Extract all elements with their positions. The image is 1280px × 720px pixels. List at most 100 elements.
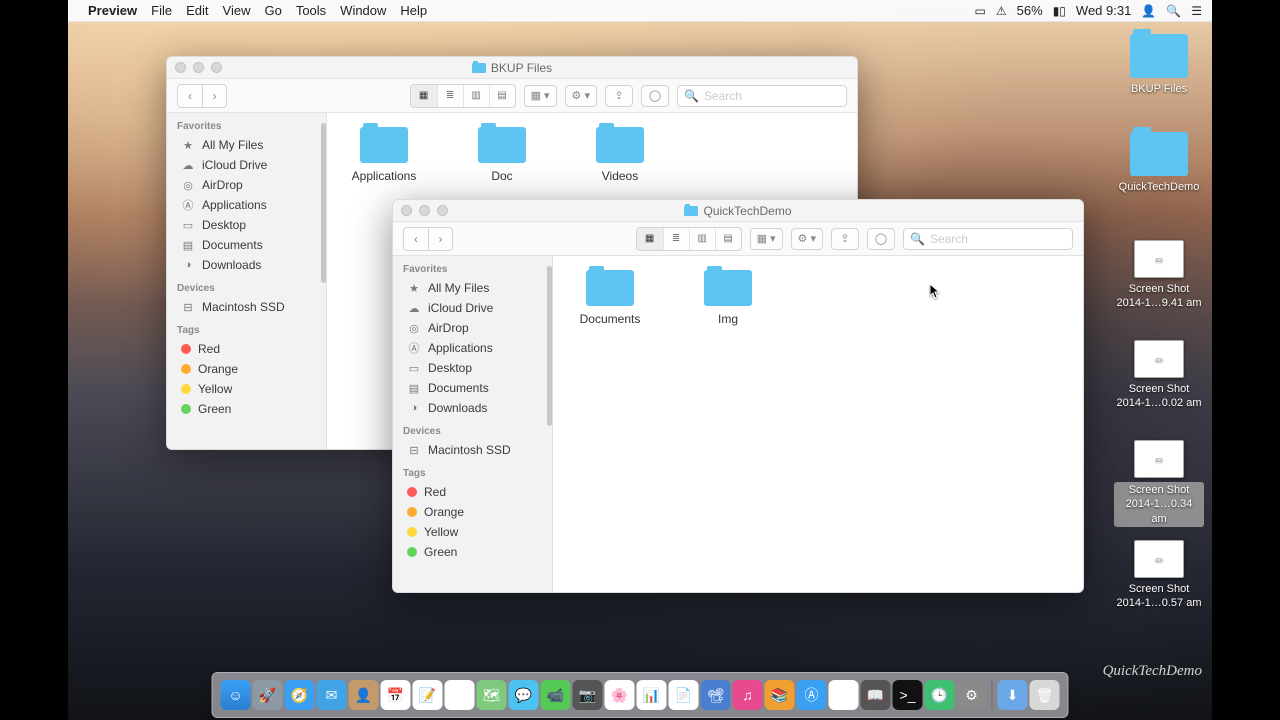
back-button[interactable]: ‹ (404, 228, 428, 250)
dock-app-maps[interactable]: 🗺 (477, 680, 507, 710)
arrange-button[interactable]: ▦ ▾ (750, 228, 783, 250)
menu-tools[interactable]: Tools (296, 3, 326, 18)
dock-app-photos[interactable]: 🌸 (605, 680, 635, 710)
icon-view-button[interactable]: ▦ (411, 85, 437, 107)
dock-app-keynote[interactable]: 📽 (701, 680, 731, 710)
back-button[interactable]: ‹ (178, 85, 202, 107)
desktop-folder-quicktechdemo[interactable]: QuickTechDemo (1114, 132, 1204, 194)
tags-button[interactable]: ◯ (641, 85, 669, 107)
tags-button[interactable]: ◯ (867, 228, 895, 250)
search-field[interactable]: 🔍 Search (677, 85, 847, 107)
sidebar-tag[interactable]: Orange (167, 359, 326, 379)
dock-app-contacts[interactable]: 👤 (349, 680, 379, 710)
share-button[interactable]: ⇪ (605, 85, 633, 107)
folder-content[interactable]: Documents Img (553, 256, 1083, 592)
user-icon[interactable]: 👤 (1141, 4, 1156, 18)
battery-percent[interactable]: 56% (1017, 3, 1043, 18)
battery-icon[interactable]: ▮▯ (1053, 4, 1066, 18)
menu-edit[interactable]: Edit (186, 3, 208, 18)
sidebar-item[interactable]: ☁iCloud Drive (167, 155, 326, 175)
folder-item[interactable]: Documents (563, 270, 657, 326)
menu-window[interactable]: Window (340, 3, 386, 18)
dock-app-calendar[interactable]: 📅 (381, 680, 411, 710)
dock-app-preview[interactable]: 👁 (829, 680, 859, 710)
dock-app-numbers[interactable]: 📊 (637, 680, 667, 710)
finder-window-quicktechdemo[interactable]: QuickTechDemo ‹ › ▦ ≣ ▥ ▤ ▦ ▾ ⚙ ▾ ⇪ ◯ 🔍 … (392, 199, 1084, 593)
sidebar-item[interactable]: ▭Desktop (393, 358, 552, 378)
search-field[interactable]: 🔍 Search (903, 228, 1073, 250)
dock-app-reminders[interactable]: ☑ (445, 680, 475, 710)
sidebar-item[interactable]: ★All My Files (393, 278, 552, 298)
dock-app-pages[interactable]: 📄 (669, 680, 699, 710)
sidebar-item[interactable]: ★All My Files (167, 135, 326, 155)
dock-app-launchpad[interactable]: 🚀 (253, 680, 283, 710)
forward-button[interactable]: › (202, 85, 226, 107)
share-button[interactable]: ⇪ (831, 228, 859, 250)
dock-app-terminal[interactable]: >_ (893, 680, 923, 710)
folder-item[interactable]: Doc (455, 127, 549, 183)
sidebar-tag[interactable]: Green (393, 542, 552, 562)
sidebar-item[interactable]: ▤Documents (393, 378, 552, 398)
dock-app-itunes[interactable]: ♫ (733, 680, 763, 710)
desktop-file[interactable]: ▭ Screen Shot 2014-1…0.57 am (1114, 540, 1204, 611)
column-view-button[interactable]: ▥ (463, 85, 489, 107)
sidebar-item[interactable]: ☁iCloud Drive (393, 298, 552, 318)
clock[interactable]: Wed 9:31 (1076, 3, 1131, 18)
sidebar-tag[interactable]: Yellow (393, 522, 552, 542)
dock-app-finder[interactable]: ☺ (221, 680, 251, 710)
sidebar-item[interactable]: ⒶApplications (167, 195, 326, 215)
list-view-button[interactable]: ≣ (437, 85, 463, 107)
sidebar-item[interactable]: ◑Downloads (167, 255, 326, 275)
wifi-icon[interactable]: ⚠ (996, 4, 1007, 18)
desktop-file[interactable]: ▭ Screen Shot 2014-1…0.02 am (1114, 340, 1204, 411)
column-view-button[interactable]: ▥ (689, 228, 715, 250)
sidebar-item[interactable]: ⊟Macintosh SSD (393, 440, 552, 460)
folder-item[interactable]: Img (681, 270, 775, 326)
dock-app-timemachine[interactable]: 🕒 (925, 680, 955, 710)
coverflow-view-button[interactable]: ▤ (489, 85, 515, 107)
spotlight-icon[interactable]: 🔍 (1166, 4, 1181, 18)
desktop-file[interactable]: ▭ Screen Shot 2014-1…0.34 am (1114, 440, 1204, 527)
sidebar-scrollbar[interactable] (547, 256, 552, 592)
titlebar[interactable]: BKUP Files (167, 57, 857, 79)
sidebar-item[interactable]: ▭Desktop (167, 215, 326, 235)
arrange-button[interactable]: ▦ ▾ (524, 85, 557, 107)
desktop-folder-bkup[interactable]: BKUP Files (1114, 34, 1204, 96)
dock-app-photobooth[interactable]: 📷 (573, 680, 603, 710)
app-name[interactable]: Preview (88, 3, 137, 18)
sidebar-tag[interactable]: Red (167, 339, 326, 359)
sidebar-tag[interactable]: Green (167, 399, 326, 419)
icon-view-button[interactable]: ▦ (637, 228, 663, 250)
dock-app-safari[interactable]: 🧭 (285, 680, 315, 710)
dock-app-appstore[interactable]: Ⓐ (797, 680, 827, 710)
folder-item[interactable]: Applications (337, 127, 431, 183)
dock-app-messages[interactable]: 💬 (509, 680, 539, 710)
dock-app-mail[interactable]: ✉ (317, 680, 347, 710)
notification-center-icon[interactable]: ☰ (1191, 4, 1202, 18)
menu-view[interactable]: View (223, 3, 251, 18)
traffic-lights[interactable] (175, 62, 222, 73)
sidebar-item[interactable]: ◎AirDrop (393, 318, 552, 338)
list-view-button[interactable]: ≣ (663, 228, 689, 250)
dock-app-ibooks[interactable]: 📚 (765, 680, 795, 710)
dock-app-notes[interactable]: 📝 (413, 680, 443, 710)
action-button[interactable]: ⚙ ▾ (565, 85, 597, 107)
coverflow-view-button[interactable]: ▤ (715, 228, 741, 250)
sidebar-tag[interactable]: Yellow (167, 379, 326, 399)
sidebar-scrollbar[interactable] (321, 113, 326, 449)
desktop-file[interactable]: ▭ Screen Shot 2014-1…9.41 am (1114, 240, 1204, 311)
airplay-icon[interactable]: ▭ (975, 4, 986, 18)
dock-app-facetime[interactable]: 📹 (541, 680, 571, 710)
sidebar-item[interactable]: ▤Documents (167, 235, 326, 255)
titlebar[interactable]: QuickTechDemo (393, 200, 1083, 222)
dock-downloads[interactable]: ⬇ (998, 680, 1028, 710)
sidebar-tag[interactable]: Orange (393, 502, 552, 522)
sidebar-item[interactable]: ⊟Macintosh SSD (167, 297, 326, 317)
sidebar-item[interactable]: ◎AirDrop (167, 175, 326, 195)
menu-help[interactable]: Help (400, 3, 427, 18)
folder-item[interactable]: Videos (573, 127, 667, 183)
sidebar-tag[interactable]: Red (393, 482, 552, 502)
sidebar-item[interactable]: ◑Downloads (393, 398, 552, 418)
forward-button[interactable]: › (428, 228, 452, 250)
dock-trash[interactable]: 🗑 (1030, 680, 1060, 710)
